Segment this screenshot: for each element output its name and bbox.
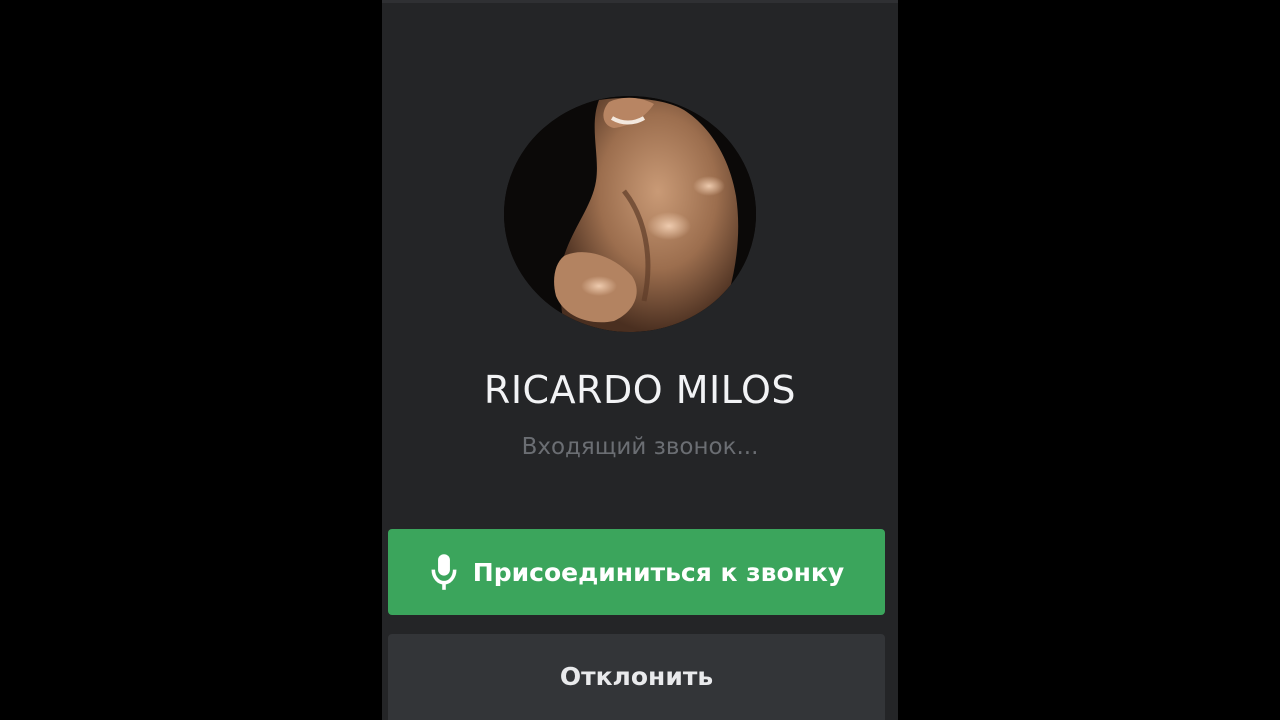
decline-call-button[interactable]: Отклонить: [388, 634, 885, 720]
caller-avatar: [504, 96, 756, 332]
screen: RICARDO MILOS Входящий звонок... Присоед…: [0, 0, 1280, 720]
join-call-button[interactable]: Присоединиться к звонку: [388, 529, 885, 615]
decline-call-label: Отклонить: [559, 662, 714, 691]
join-call-label: Присоединиться к звонку: [472, 557, 845, 587]
incoming-call-panel: RICARDO MILOS Входящий звонок... Присоед…: [382, 0, 898, 720]
call-status-text: Входящий звонок...: [521, 434, 759, 460]
caller-name: RICARDO MILOS: [483, 368, 797, 412]
microphone-icon: [429, 553, 459, 591]
avatar-image: [504, 96, 756, 332]
